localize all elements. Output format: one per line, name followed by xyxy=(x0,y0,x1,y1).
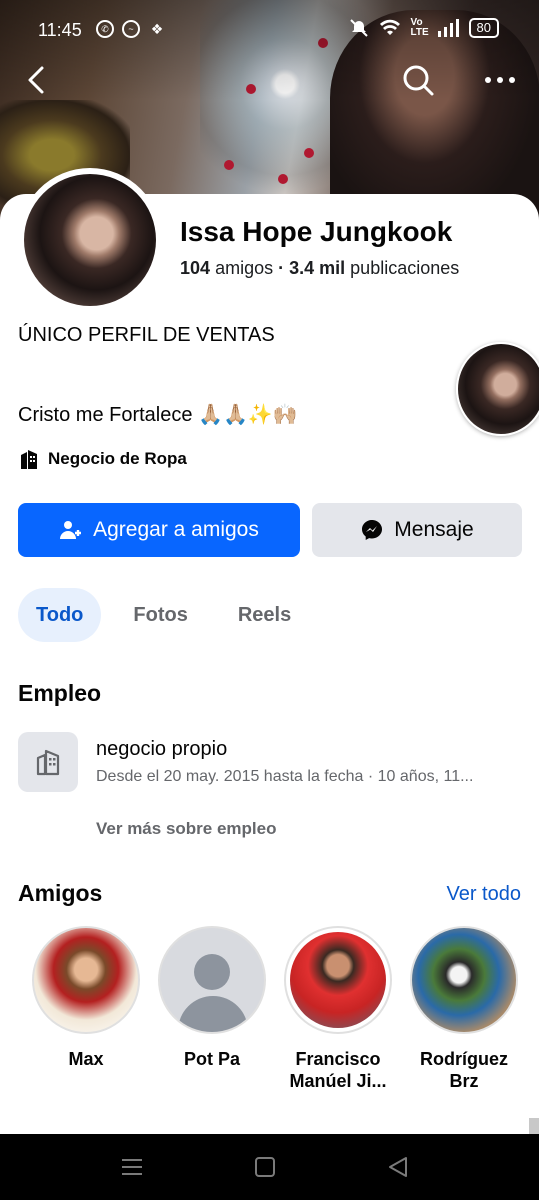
message-button[interactable]: Mensaje xyxy=(312,503,522,557)
messenger-icon xyxy=(362,520,383,540)
floating-chat-head[interactable] xyxy=(456,342,539,436)
job-dates: Desde el 20 may. 2015 hasta la fecha · 1… xyxy=(96,768,474,785)
tab-todo[interactable]: Todo xyxy=(18,588,102,642)
friend-name: Pot Pa xyxy=(156,1048,268,1070)
job-title[interactable]: negocio propio xyxy=(96,738,227,761)
profile-stats: 104 amigos · 3.4 mil publicaciones xyxy=(180,258,459,279)
profile-avatar[interactable] xyxy=(18,168,162,312)
friend-avatar-image xyxy=(290,932,386,1028)
bio-line-1: ÚNICO PERFIL DE VENTAS xyxy=(18,324,275,346)
friend-avatar-default[interactable] xyxy=(158,926,266,1034)
friend-name-line: Max xyxy=(68,1049,104,1069)
tab-reels[interactable]: Reels xyxy=(220,588,309,642)
friend-card[interactable]: Pot Pa xyxy=(156,926,268,1092)
back-nav-icon[interactable] xyxy=(384,1154,412,1180)
friend-avatar[interactable] xyxy=(32,926,140,1034)
bio-line-2: Cristo me Fortalece 🙏🏼🙏🏼✨🙌🏼 xyxy=(18,404,298,426)
stats-separator: · xyxy=(278,258,285,278)
friend-name: Francisco Manúel Ji... xyxy=(282,1048,394,1092)
default-avatar-body xyxy=(178,996,248,1032)
friend-name-line: Rodríguez xyxy=(420,1049,508,1069)
friends-list: Max Pot Pa Francisco Manúel Ji... Rodríg… xyxy=(30,926,520,1092)
profile-name: Issa Hope Jungkook xyxy=(180,216,453,247)
profile-tabs: Todo Fotos Reels xyxy=(18,588,309,642)
friends-count[interactable]: 104 xyxy=(180,258,210,278)
system-nav-bar xyxy=(0,1134,539,1200)
friend-card[interactable]: Francisco Manúel Ji... xyxy=(282,926,394,1092)
friend-avatar[interactable] xyxy=(410,926,518,1034)
building-icon xyxy=(21,450,37,469)
friend-name: Max xyxy=(30,1048,142,1070)
search-icon[interactable] xyxy=(400,62,436,98)
battery-indicator: 80 xyxy=(468,18,499,38)
whatsapp-icon: ✆ xyxy=(96,20,114,38)
friend-name: Rodríguez Brz xyxy=(408,1048,520,1092)
signal-icon xyxy=(437,19,459,37)
menu-nav-icon[interactable] xyxy=(118,1154,146,1180)
scrollbar[interactable] xyxy=(529,1118,539,1134)
add-person-icon xyxy=(60,521,82,539)
add-friend-button[interactable]: Agregar a amigos xyxy=(18,503,300,557)
friend-name-line: Francisco xyxy=(295,1049,381,1069)
wifi-icon xyxy=(379,19,400,35)
home-nav-icon[interactable] xyxy=(251,1154,279,1180)
notification-icons: ✆ ~ ❖ xyxy=(96,20,166,38)
app-notification-icon: ❖ xyxy=(150,21,164,37)
category-label: Negocio de Ropa xyxy=(48,449,187,468)
messenger-status-icon: ~ xyxy=(122,20,140,38)
friends-label[interactable]: amigos xyxy=(215,258,273,278)
default-avatar-head xyxy=(194,954,230,990)
status-right: Vo LTE 80 xyxy=(349,18,499,38)
friend-name-line: Pot Pa xyxy=(183,1049,240,1069)
friend-card[interactable]: Rodríguez Brz xyxy=(408,926,520,1092)
profile-category: Negocio de Ropa xyxy=(18,448,187,470)
status-time: 11:45 xyxy=(38,20,82,40)
employment-title: Empleo xyxy=(18,680,102,706)
building-icon xyxy=(36,749,60,776)
tab-fotos[interactable]: Fotos xyxy=(115,588,205,642)
friend-avatar-story-ring[interactable] xyxy=(284,926,392,1034)
friend-card[interactable]: Max xyxy=(30,926,142,1092)
message-label: Mensaje xyxy=(394,518,474,541)
friends-title: Amigos xyxy=(18,880,103,906)
back-icon[interactable] xyxy=(20,62,56,98)
posts-count: 3.4 mil xyxy=(289,258,346,278)
profile-avatar-image xyxy=(24,174,156,306)
mute-icon xyxy=(349,19,368,37)
status-bar: 11:45 ✆ ~ ❖ Vo LTE 80 xyxy=(0,14,539,50)
see-more-employment-link[interactable]: Ver más sobre empleo xyxy=(96,819,276,839)
network-label: Vo LTE xyxy=(410,17,429,38)
add-friend-label: Agregar a amigos xyxy=(93,518,259,541)
posts-label: publicaciones xyxy=(350,258,460,278)
friend-name-line: Manúel Ji... xyxy=(289,1071,387,1091)
job-icon-box xyxy=(18,732,78,792)
see-all-friends-link[interactable]: Ver todo xyxy=(446,883,521,906)
friend-name-line: Brz xyxy=(449,1071,479,1091)
more-icon[interactable] xyxy=(480,62,520,98)
